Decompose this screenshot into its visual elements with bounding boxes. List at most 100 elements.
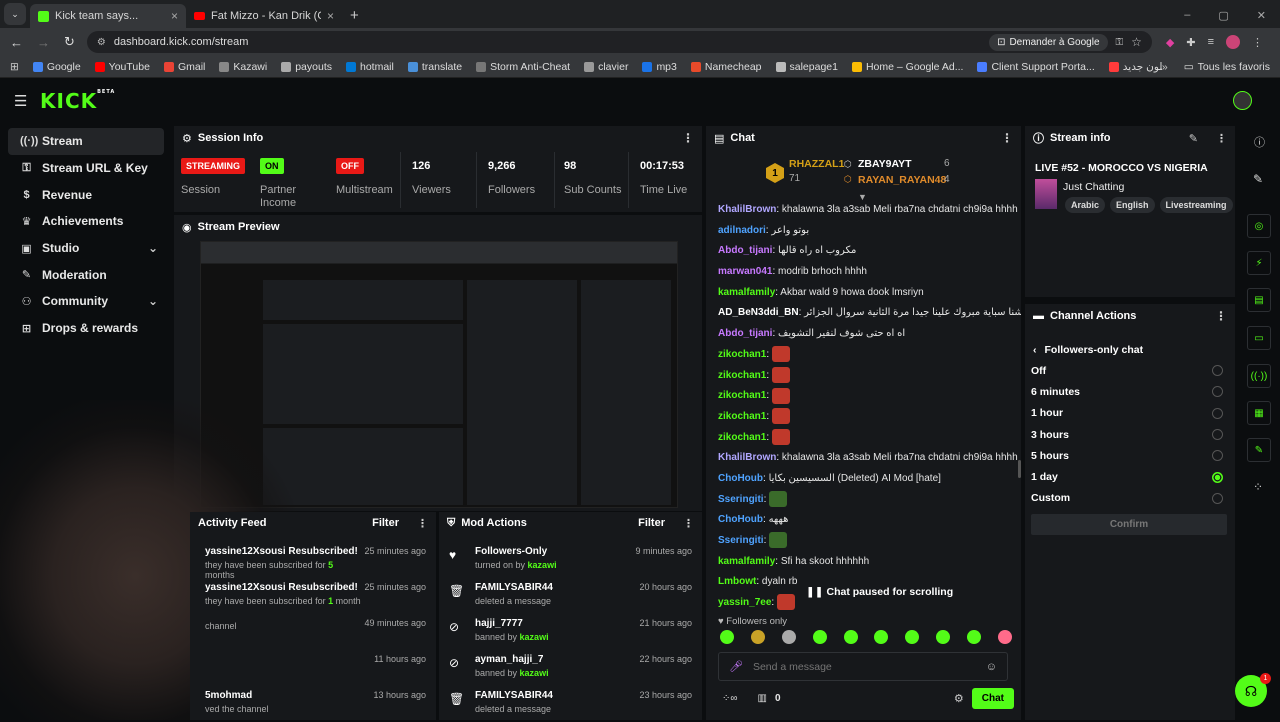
- bookmark-item[interactable]: hotmail: [346, 61, 394, 73]
- chat-username[interactable]: Sseringiti: [718, 494, 764, 505]
- radio-button[interactable]: [1212, 386, 1223, 398]
- hamburger-menu-icon[interactable]: ☰: [14, 92, 27, 110]
- chat-username[interactable]: zikochan1: [718, 370, 766, 381]
- followers-only-option[interactable]: 5 hours: [1021, 445, 1233, 466]
- password-key-icon[interactable]: ⚿: [1116, 37, 1124, 48]
- bookmark-item[interactable]: Kazawi: [219, 61, 267, 73]
- storage-icon[interactable]: ▦: [1247, 401, 1271, 425]
- chat-message[interactable]: Abdo_tijani: اه اه حتى شوف لنفير التشويف: [706, 324, 1021, 345]
- target-icon[interactable]: ◎: [1247, 214, 1271, 238]
- message-input-box[interactable]: 🎤︎ ☺: [718, 652, 1008, 681]
- chat-username[interactable]: zikochan1: [718, 432, 766, 443]
- radio-button[interactable]: [1212, 407, 1223, 419]
- close-window-icon[interactable]: ✕: [1257, 9, 1266, 22]
- emote-picker-icon[interactable]: [781, 630, 796, 644]
- chat-username[interactable]: Abdo_tijani: [718, 245, 772, 256]
- chat-username[interactable]: ChoHoub: [718, 473, 763, 484]
- chat-message[interactable]: kamalfamily: Akbar wald 9 howa dook lmsr…: [706, 283, 1021, 304]
- bookmark-item[interactable]: YouTube: [94, 61, 150, 73]
- bookmark-item[interactable]: salepage1: [775, 61, 838, 73]
- chevron-down-icon[interactable]: ⌄: [148, 241, 158, 255]
- chat-username[interactable]: Abdo_tijani: [718, 328, 772, 339]
- chat-message[interactable]: zikochan1:: [706, 428, 1021, 449]
- chat-message[interactable]: Abdo_tijani: مكروب اه راه قالها: [706, 241, 1021, 262]
- multistream[interactable]: OFF Multistream: [336, 158, 393, 197]
- tab-list-button[interactable]: ⌄: [4, 3, 26, 25]
- puzzle-icon[interactable]: ✚: [1186, 36, 1195, 49]
- bookmark-item[interactable]: payouts: [281, 61, 332, 73]
- more-options-icon[interactable]: ⋮: [1216, 132, 1227, 145]
- emote-picker-icon[interactable]: [812, 630, 827, 644]
- chat-message[interactable]: kamalfamily: Sfi ha skoot hhhhhh: [706, 552, 1021, 573]
- vault-icon[interactable]: ▥: [758, 693, 767, 704]
- emoji-icon[interactable]: ☺: [986, 661, 997, 673]
- partner-income[interactable]: ON Partner Income: [260, 158, 306, 210]
- site-info-icon[interactable]: ⚙: [97, 37, 106, 48]
- filter-button[interactable]: Filter: [638, 517, 665, 529]
- emote-picker-icon[interactable]: [905, 630, 920, 644]
- chat-message[interactable]: marwan041: modrib brhoch hhhh: [706, 262, 1021, 283]
- emote-picker-icon[interactable]: [967, 630, 981, 644]
- chat-message[interactable]: zikochan1:: [706, 345, 1021, 366]
- chat-username[interactable]: KhalilBrown: [718, 452, 776, 463]
- stream-tag[interactable]: Livestreaming: [1159, 197, 1233, 213]
- menu-dots-icon[interactable]: ⋮: [1252, 36, 1263, 49]
- chat-settings-icon[interactable]: ⚙: [954, 692, 964, 705]
- edit-rail-icon[interactable]: ✎: [1253, 172, 1263, 186]
- bookmark-item[interactable]: Client Support Porta...: [977, 61, 1095, 73]
- kick-logo[interactable]: KICKBETA: [40, 89, 115, 113]
- bookmark-item[interactable]: translate: [407, 61, 462, 73]
- chat-message[interactable]: ChoHoub: هههه: [706, 510, 1021, 531]
- mod-action-item[interactable]: ⊘ hajji_7777 banned by kazawi 21 hours ago: [439, 614, 702, 650]
- tab-kick[interactable]: Kick team says... ×: [30, 4, 186, 28]
- mod-action-item[interactable]: ♥ Followers-Only turned on by kazawi 9 minu…: [439, 542, 702, 578]
- microphone-icon[interactable]: 🎤︎: [729, 660, 743, 673]
- sidebar-item-stream[interactable]: ((·)) Stream: [8, 128, 164, 155]
- sidebar-item-stream-url-key[interactable]: ⚿ Stream URL & Key: [8, 155, 164, 182]
- chat-message[interactable]: zikochan1:: [706, 366, 1021, 387]
- chevron-down-icon[interactable]: ⌄: [148, 294, 158, 308]
- reload-icon[interactable]: ↻: [64, 34, 75, 50]
- chat-message[interactable]: zikochan1:: [706, 386, 1021, 407]
- sidebar-item-drops-rewards[interactable]: ⊞ Drops & rewards: [8, 315, 164, 342]
- chat-username[interactable]: KhalilBrown: [718, 204, 776, 215]
- back-icon[interactable]: ←: [10, 35, 23, 50]
- chat-message[interactable]: KhalilBrown: khalawna 3la a3sab Meli rba…: [706, 448, 1021, 469]
- ask-google-button[interactable]: ⊡ Demander à Google: [989, 33, 1108, 51]
- stream-tag[interactable]: English: [1110, 197, 1155, 213]
- followers-only-option[interactable]: 3 hours: [1021, 424, 1233, 445]
- bookmark-star-icon[interactable]: ☆: [1131, 35, 1142, 49]
- sidebar-item-achievements[interactable]: ♛ Achievements: [8, 208, 164, 235]
- chat-username[interactable]: AD_BeN3ddi_BN: [718, 307, 799, 318]
- mod-action-user[interactable]: kazawi: [520, 668, 549, 678]
- filter-button[interactable]: Filter: [372, 517, 399, 529]
- activity-item[interactable]: yassine12Xsousi Resubscribed! they have b…: [190, 578, 436, 614]
- close-icon[interactable]: ×: [327, 9, 334, 23]
- more-bookmarks-icon[interactable]: »: [1162, 61, 1168, 73]
- chat-rail-icon[interactable]: ▭: [1247, 326, 1271, 350]
- document-icon[interactable]: ▤: [1247, 288, 1271, 312]
- stream-tag[interactable]: Arabic: [1065, 197, 1106, 213]
- chat-username[interactable]: zikochan1: [718, 390, 766, 401]
- bookmark-item[interactable]: clavier: [584, 61, 628, 73]
- emote-picker-icon[interactable]: [874, 630, 889, 644]
- wrench-rail-icon[interactable]: ✎: [1247, 438, 1271, 462]
- new-tab-button[interactable]: +: [350, 7, 359, 24]
- chat-message[interactable]: Sseringiti:: [706, 490, 1021, 511]
- bookmark-item[interactable]: mp3: [642, 61, 677, 73]
- more-options-icon[interactable]: ⋮: [417, 517, 428, 530]
- chat-username[interactable]: kamalfamily: [718, 287, 775, 298]
- chat-username[interactable]: zikochan1: [718, 411, 766, 422]
- followers-only-option[interactable]: Custom: [1021, 488, 1233, 509]
- bookmark-item[interactable]: Storm Anti-Cheat: [476, 61, 570, 73]
- send-chat-button[interactable]: Chat: [971, 687, 1014, 709]
- url-text[interactable]: dashboard.kick.com/stream: [114, 36, 249, 48]
- emote-picker-icon[interactable]: [997, 630, 1012, 644]
- sidebar-item-community[interactable]: ⚇ Community ⌄: [8, 288, 164, 315]
- activity-item[interactable]: channel 49 minutes ago: [190, 614, 436, 650]
- radio-button[interactable]: [1212, 471, 1223, 483]
- chat-paused-banner[interactable]: ❚❚ Chat paused for scrolling: [802, 584, 958, 600]
- drag-dots-icon[interactable]: ⁘: [1253, 480, 1263, 494]
- chat-username[interactable]: adilnadori: [718, 225, 766, 236]
- sidebar-item-studio[interactable]: ▣ Studio ⌄: [8, 235, 164, 262]
